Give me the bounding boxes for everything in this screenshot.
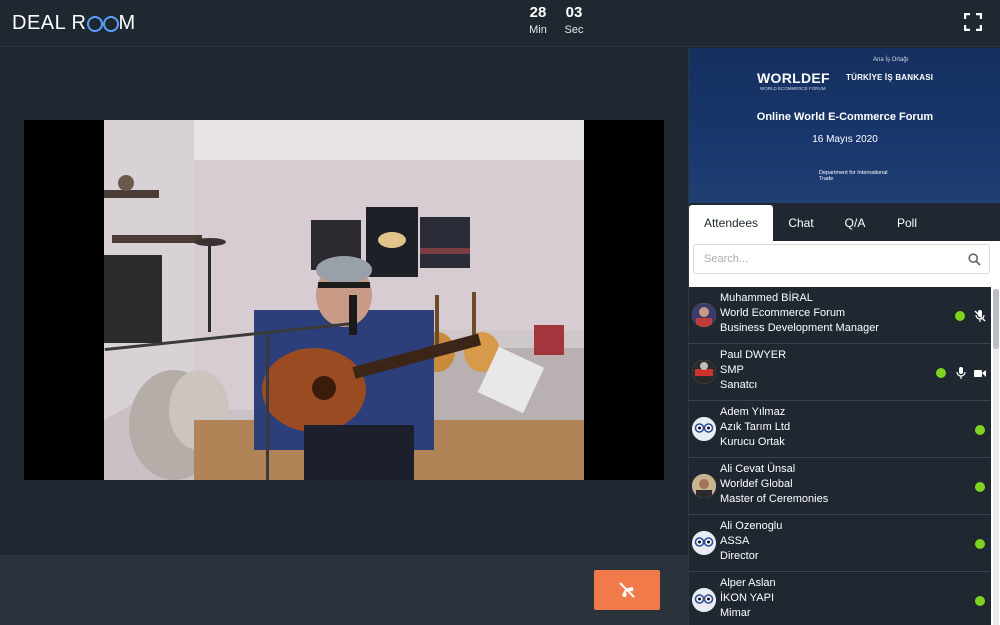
online-status-dot (975, 539, 985, 549)
attendee-row[interactable]: Alper Aslan İKON YAPI Mimar (689, 572, 991, 625)
bank-logo: TÜRKİYE İŞ BANKASI (846, 73, 934, 82)
avatar (692, 588, 716, 612)
panel-tabs: Attendees Chat Q/A Poll (689, 205, 1000, 241)
attendee-title: Director (720, 550, 759, 562)
mic-icon[interactable] (954, 366, 968, 380)
worldef-subtitle: WORLD ECOMMERCE FORUM (760, 86, 826, 91)
top-bar: DEAL R M 28 Min 03 Sec (0, 0, 1000, 47)
attendee-title: Sanatcı (720, 379, 758, 391)
dit-logo: Department for International Trade (819, 170, 888, 182)
tab-qa[interactable]: Q/A (829, 205, 881, 241)
avatar (692, 360, 716, 384)
attendee-name: Adem Yılmaz (720, 406, 786, 418)
speaker-video (24, 120, 664, 480)
logo-text-left: DEAL R (12, 12, 87, 34)
call-controls-bar (0, 555, 688, 625)
tab-chat[interactable]: Chat (773, 205, 829, 241)
attendee-company: İKON YAPI (720, 592, 775, 604)
main-stage (0, 48, 688, 554)
attendees-panel: Muhammed BİRAL World Ecommerce Forum Bus… (689, 241, 1000, 625)
avatar (692, 417, 716, 441)
logo-o-ring-2 (102, 15, 119, 32)
search-input[interactable] (694, 245, 954, 273)
attendee-name: Ali Ozenoglu (720, 520, 783, 532)
attendee-info: Alper Aslan İKON YAPI Mimar (720, 576, 776, 621)
attendee-name: Alper Aslan (720, 577, 776, 589)
attendee-title: Mimar (720, 607, 751, 619)
performer-video-image (104, 120, 584, 480)
online-status-dot (975, 425, 985, 435)
timer-seconds-label: Sec (564, 24, 584, 36)
attendee-company: Worldef Global (720, 478, 793, 490)
logo-text-right: M (118, 12, 136, 34)
tab-poll[interactable]: Poll (881, 205, 933, 241)
online-status-dot (955, 311, 965, 321)
event-title: Online World E-Commerce Forum (756, 111, 934, 123)
attendee-row[interactable]: Adem Yılmaz Azık Tarım Ltd Kurucu Ortak (689, 401, 991, 458)
timer-minutes-label: Min (529, 24, 547, 36)
attendee-row[interactable]: Ali Ozenoglu ASSA Director (689, 515, 991, 572)
timer-seconds-value: 03 (565, 4, 583, 21)
worldef-logo: WORLDEF (757, 70, 830, 86)
attendee-title: Master of Ceremonies (720, 493, 829, 505)
scrollbar-thumb[interactable] (993, 289, 999, 349)
end-call-button[interactable] (594, 570, 660, 610)
event-banner: Ana İş Ortağı WORLDEF WORLD ECOMMERCE FO… (689, 48, 1000, 203)
attendee-company: Azık Tarım Ltd (720, 421, 791, 433)
attendee-row[interactable]: Ali Cevat Ünsal Worldef Global Master of… (689, 458, 991, 515)
attendee-title: Business Development Manager (720, 322, 879, 334)
search-box (693, 244, 990, 274)
avatar (692, 303, 716, 327)
logo-o-ring (86, 15, 103, 32)
online-status-dot (975, 482, 985, 492)
timer-minutes: 28 Min (524, 4, 552, 38)
attendee-company: ASSA (720, 535, 750, 547)
phone-hangup-icon (619, 582, 635, 598)
attendee-title: Kurucu Ortak (720, 436, 785, 448)
attendee-row[interactable]: Paul DWYER SMP Sanatcı (689, 344, 991, 401)
attendee-info: Adem Yılmaz Azık Tarım Ltd Kurucu Ortak (720, 405, 790, 450)
avatar (692, 531, 716, 555)
fullscreen-icon[interactable] (964, 13, 982, 31)
avatar (692, 474, 716, 498)
camera-icon[interactable] (973, 366, 987, 380)
app-logo: DEAL R M (12, 12, 136, 35)
attendee-name: Ali Cevat Ünsal (720, 463, 796, 475)
online-status-dot (975, 596, 985, 606)
attendee-name: Muhammed BİRAL (720, 292, 813, 304)
attendee-info: Muhammed BİRAL World Ecommerce Forum Bus… (720, 291, 879, 336)
timer-seconds: 03 Sec (560, 4, 588, 38)
attendee-info: Paul DWYER SMP Sanatcı (720, 348, 786, 393)
attendee-row[interactable]: Muhammed BİRAL World Ecommerce Forum Bus… (689, 287, 991, 344)
partner-label: Ana İş Ortağı (873, 57, 909, 63)
event-date: 16 Mayıs 2020 (812, 134, 878, 145)
attendee-company: SMP (720, 364, 744, 376)
attendee-company: World Ecommerce Forum (720, 307, 846, 319)
online-status-dot (936, 368, 946, 378)
video-frame (104, 120, 584, 480)
timer-minutes-value: 28 (529, 4, 547, 21)
attendee-info: Ali Cevat Ünsal Worldef Global Master of… (720, 462, 828, 507)
side-panel: Ana İş Ortağı WORLDEF WORLD ECOMMERCE FO… (688, 48, 1000, 625)
attendee-name: Paul DWYER (720, 349, 787, 361)
mic-muted-icon[interactable] (973, 309, 987, 323)
search-icon[interactable] (968, 253, 981, 266)
attendee-list: Muhammed BİRAL World Ecommerce Forum Bus… (689, 287, 991, 625)
tab-attendees[interactable]: Attendees (689, 205, 773, 241)
attendee-list-scrollbar[interactable] (993, 289, 999, 625)
attendee-info: Ali Ozenoglu ASSA Director (720, 519, 782, 564)
session-timer: 28 Min 03 Sec (524, 4, 588, 38)
